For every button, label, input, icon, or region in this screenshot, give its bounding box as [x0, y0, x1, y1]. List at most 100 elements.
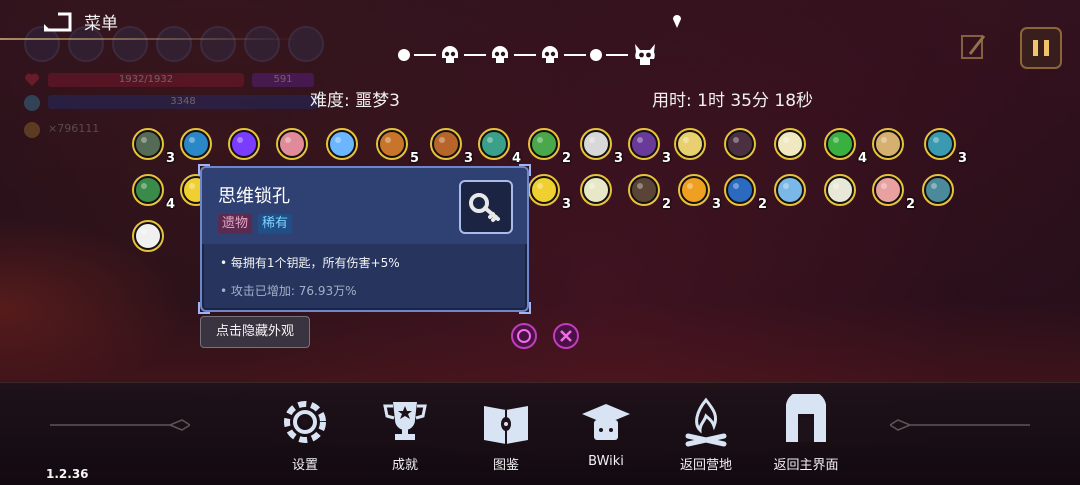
cube-icon: [924, 128, 956, 160]
relic-slot[interactable]: 4: [130, 172, 175, 212]
candy-corn-icon: [678, 174, 710, 206]
book-icon: [484, 406, 528, 444]
horn-icon: [872, 174, 904, 206]
relic-count: 3: [463, 151, 473, 166]
wings-icon: [774, 128, 806, 160]
relic-slot[interactable]: [226, 126, 262, 162]
key-icon: [469, 193, 500, 222]
relic-slot[interactable]: 3: [578, 126, 623, 166]
tooltip-effect: • 每拥有1个钥匙，所有伤害+5%: [220, 256, 400, 270]
gas-mask-icon: [132, 128, 164, 160]
leaf-blade-icon: [528, 128, 560, 160]
stage-node: [398, 49, 410, 61]
relic-count: 4: [857, 151, 867, 166]
version-label: 1.2.36: [46, 467, 89, 481]
campfire-icon: [685, 397, 727, 447]
sword-icon: [478, 128, 510, 160]
nav-button-book[interactable]: 图鉴: [466, 394, 546, 473]
relic-count: 3: [661, 151, 671, 166]
nav-label: 设置: [291, 458, 318, 473]
glove-icon: [724, 174, 756, 206]
nav-button-campfire[interactable]: 返回营地: [666, 394, 746, 473]
nav-label: BWiki: [588, 454, 624, 469]
nav-button-gate[interactable]: 返回主界面: [766, 394, 846, 473]
quest-icon[interactable]: [958, 30, 990, 62]
relic-slot[interactable]: [274, 126, 310, 162]
nav-button-gear[interactable]: 设置: [265, 394, 345, 473]
tooltip-relic-icon: [459, 180, 513, 234]
gate-icon: [786, 394, 826, 442]
rarity-tag: 稀有: [258, 214, 293, 234]
relic-count: 2: [757, 197, 767, 212]
pause-button[interactable]: [1020, 27, 1062, 69]
clover-icon: [824, 128, 856, 160]
relic-slot[interactable]: 3: [676, 172, 721, 212]
relic-slot[interactable]: [672, 126, 708, 162]
back-arrow-icon: [44, 12, 72, 32]
scroll-icon: [430, 128, 462, 160]
key-icon: [580, 174, 612, 206]
relic-slot[interactable]: [130, 218, 166, 254]
relic-slot[interactable]: [578, 172, 614, 208]
relic-count: 3: [613, 151, 623, 166]
tooltip-title: 思维锁孔: [218, 186, 290, 207]
relic-slot[interactable]: [722, 126, 758, 162]
skull-icon: [442, 46, 458, 63]
relic-slot[interactable]: [178, 126, 214, 162]
trophy-icon: [383, 402, 427, 440]
relic-slot[interactable]: 3: [130, 126, 175, 166]
relic-count: 3: [561, 197, 571, 212]
relic-slot[interactable]: [870, 126, 906, 162]
ribcage-icon: [580, 128, 612, 160]
belt-icon: [132, 174, 164, 206]
relic-slot[interactable]: 2: [870, 172, 915, 212]
top-rule: [0, 38, 300, 40]
relic-slot[interactable]: [920, 172, 956, 208]
rainbow-cape-icon: [228, 128, 260, 160]
robe-icon: [628, 128, 660, 160]
relic-slot[interactable]: [324, 126, 360, 162]
nav-label: 返回营地: [679, 458, 732, 473]
elapsed-time: 用时: 1时 35分 18秒: [652, 91, 814, 111]
dark-cloak-icon: [724, 128, 756, 160]
curse-rune-icon[interactable]: [552, 322, 580, 350]
relic-count: 4: [165, 197, 175, 212]
stage-node: [590, 49, 602, 61]
relic-slot[interactable]: 4: [476, 126, 521, 166]
hide-appearance-button[interactable]: 点击隐藏外观: [200, 316, 310, 348]
bread-icon: [872, 128, 904, 160]
location-marker-icon: [673, 15, 681, 28]
nav-button-trophy[interactable]: 成就: [365, 394, 445, 473]
gear-icon: [284, 401, 326, 443]
relic-slot[interactable]: 2: [526, 126, 571, 166]
curse-orb-icon[interactable]: [510, 322, 538, 350]
relic-slot[interactable]: [772, 126, 808, 162]
graduation-cap-icon: [582, 404, 630, 440]
relic-count: 3: [957, 151, 967, 166]
menu-button[interactable]: 菜单: [40, 8, 118, 34]
relic-slot[interactable]: 2: [626, 172, 671, 212]
relic-slot[interactable]: [822, 172, 858, 208]
relic-slot[interactable]: 3: [526, 172, 571, 212]
nav-label: 图鉴: [492, 458, 519, 473]
menu-label: 菜单: [84, 13, 118, 34]
relic-slot[interactable]: 5: [374, 126, 419, 166]
relic-slot[interactable]: 3: [626, 126, 671, 166]
relic-count: 2: [905, 197, 915, 212]
blue-key-icon: [774, 174, 806, 206]
mask-icon: [132, 220, 164, 252]
relic-count: 2: [561, 151, 571, 166]
relic-slot[interactable]: [772, 172, 808, 208]
tooltip-stat: • 攻击已增加: 76.93万%: [220, 284, 357, 298]
relic-slot[interactable]: 4: [822, 126, 867, 166]
relic-slot[interactable]: 2: [722, 172, 767, 212]
relic-count: 5: [409, 151, 419, 166]
magnifier-icon: [180, 128, 212, 160]
nav-button-graduation-cap[interactable]: BWiki: [566, 394, 646, 469]
stage-progress: [398, 40, 658, 70]
nav-label: 返回主界面: [773, 458, 839, 473]
relic-slot[interactable]: 3: [428, 126, 473, 166]
difficulty-label: 难度: 噩梦3: [310, 91, 400, 111]
brain-icon: [276, 128, 308, 160]
relic-slot[interactable]: 3: [922, 126, 967, 166]
